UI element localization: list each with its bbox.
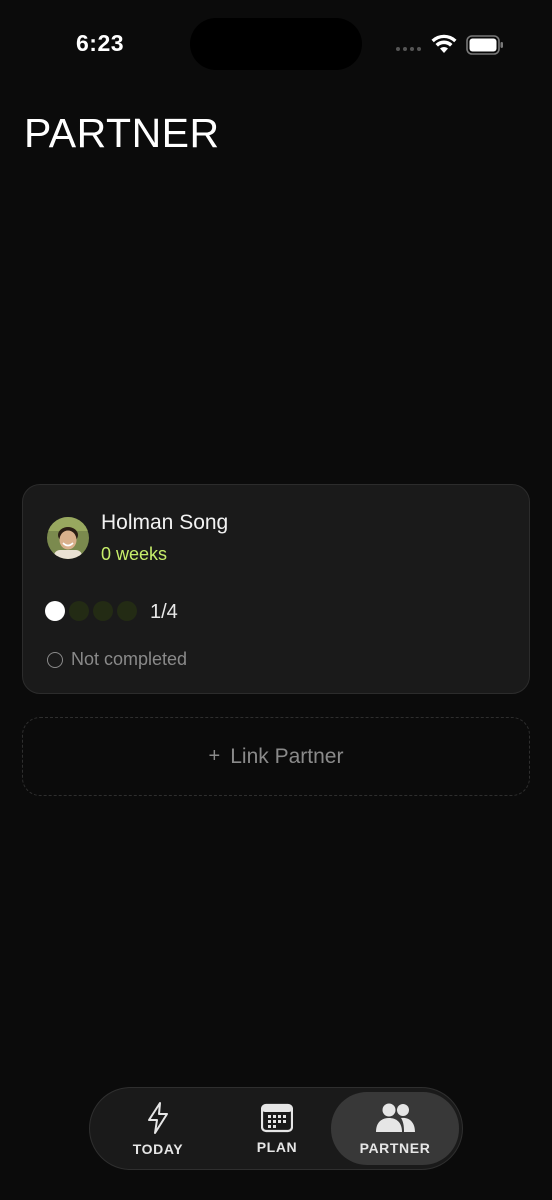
- progress-label: 1/4: [150, 601, 178, 623]
- progress-dot-incomplete: [69, 601, 89, 621]
- calendar-icon: [261, 1103, 293, 1132]
- link-partner-label: Link Partner: [230, 744, 344, 768]
- plus-icon: +: [208, 745, 221, 767]
- tab-plan[interactable]: PLAN: [213, 1092, 341, 1165]
- tab-partner-label: PARTNER: [359, 1139, 431, 1156]
- tab-partner[interactable]: PARTNER: [331, 1092, 459, 1165]
- partner-card[interactable]: Holman Song 0 weeks 1/4 Not completed: [22, 484, 530, 694]
- partner-name: Holman Song: [101, 511, 229, 534]
- completion-status: Not completed: [47, 649, 187, 670]
- empty-circle-icon: [47, 651, 63, 668]
- partner-screen: 6:23 PARTNER Holman Song 0 weeks 1/4 Not…: [0, 0, 552, 1200]
- people-icon: [376, 1103, 415, 1132]
- link-partner-button[interactable]: + Link Partner: [22, 717, 530, 796]
- tab-today[interactable]: TODAY: [94, 1092, 222, 1165]
- wifi-icon: [431, 34, 457, 53]
- completion-status-text: Not completed: [71, 649, 188, 669]
- dynamic-island: [190, 18, 362, 70]
- partner-weeks: 0 weeks: [101, 544, 168, 564]
- progress-dot-incomplete: [93, 601, 113, 621]
- progress-dots: [45, 601, 137, 621]
- avatar: [47, 517, 89, 559]
- tab-today-label: TODAY: [132, 1140, 184, 1157]
- progress-dot-incomplete: [117, 601, 137, 621]
- progress-dot-complete: [45, 601, 65, 621]
- page-title: PARTNER: [24, 110, 220, 156]
- battery-icon: [466, 35, 503, 55]
- status-time: 6:23: [76, 30, 125, 56]
- lightning-icon: [148, 1101, 168, 1134]
- tab-plan-label: PLAN: [256, 1138, 298, 1155]
- tab-bar: TODAY PLAN PARTNER: [89, 1087, 463, 1170]
- cellular-signal-icon: [396, 47, 421, 51]
